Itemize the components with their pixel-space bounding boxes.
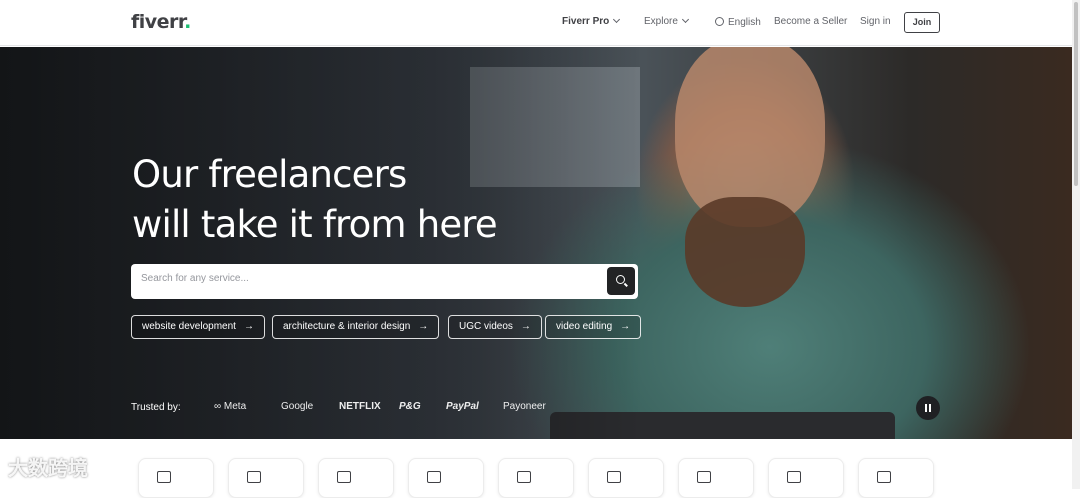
payoneer-logo: Payoneer xyxy=(503,401,546,412)
category-card-marketing[interactable] xyxy=(318,458,394,498)
ai-services-icon xyxy=(607,471,621,483)
logo-dot: . xyxy=(184,11,191,33)
meta-logo: ∞ Meta xyxy=(214,401,247,412)
business-icon xyxy=(787,471,801,483)
chip-label: UGC videos xyxy=(459,321,513,332)
chip-label: website development xyxy=(142,321,236,332)
category-card-ai[interactable] xyxy=(588,458,664,498)
chevron-down-icon xyxy=(681,15,689,24)
arrow-right-icon: → xyxy=(620,321,631,332)
category-card-writing[interactable] xyxy=(408,458,484,498)
pause-video-button[interactable] xyxy=(916,396,940,420)
chip-label: video editing xyxy=(556,321,613,332)
chevron-down-icon xyxy=(613,15,621,24)
digital-marketing-icon xyxy=(337,471,351,483)
category-card-music[interactable] xyxy=(678,458,754,498)
search-input[interactable] xyxy=(141,273,601,284)
hero-headline: Our freelancers will take it from here xyxy=(132,150,498,250)
top-header: fiverr. Fiverr Pro Explore English Becom… xyxy=(0,0,1072,46)
consulting-icon xyxy=(877,471,891,483)
arrow-right-icon: → xyxy=(243,321,254,332)
search-bar xyxy=(131,264,638,299)
netflix-logo: NETFLIX xyxy=(339,401,381,412)
suggestion-chip-architecture[interactable]: architecture & interior design → xyxy=(272,315,440,339)
search-button[interactable] xyxy=(607,267,635,295)
category-card-consulting[interactable] xyxy=(858,458,934,498)
video-animation-icon xyxy=(517,471,531,483)
headline-line-2: will take it from here xyxy=(132,203,498,246)
category-card-programming[interactable] xyxy=(138,458,214,498)
category-card-graphics[interactable] xyxy=(228,458,304,498)
logo-text: fiverr xyxy=(131,11,185,33)
trusted-by-label: Trusted by: xyxy=(131,402,181,413)
paypal-logo: PayPal xyxy=(446,401,479,412)
pause-icon xyxy=(925,404,927,412)
nav-fiverr-pro-label: Fiverr Pro xyxy=(562,16,610,27)
scrollbar-thumb[interactable] xyxy=(1074,2,1078,186)
globe-icon xyxy=(715,17,724,26)
programming-tech-icon xyxy=(157,471,171,483)
search-icon-handle xyxy=(624,282,628,287)
suggestion-chip-ugc-videos[interactable]: UGC videos → xyxy=(448,315,542,339)
nav-explore-label: Explore xyxy=(644,16,678,27)
join-button[interactable]: Join xyxy=(904,12,940,33)
nav-fiverr-pro[interactable]: Fiverr Pro xyxy=(562,15,621,27)
arrow-right-icon: → xyxy=(520,321,531,332)
nav-language-label: English xyxy=(728,17,761,28)
pause-icon xyxy=(929,404,931,412)
nav-sign-in[interactable]: Sign in xyxy=(860,16,891,27)
suggestion-chip-video-editing[interactable]: video editing → xyxy=(545,315,642,339)
arrow-right-icon: → xyxy=(418,321,429,332)
suggestion-chip-website-development[interactable]: website development → xyxy=(131,315,265,339)
chip-label: architecture & interior design xyxy=(283,321,411,332)
category-card-business[interactable] xyxy=(768,458,844,498)
google-logo: Google xyxy=(281,401,314,412)
fiverr-logo[interactable]: fiverr. xyxy=(131,11,191,33)
pg-logo: P&G xyxy=(399,401,421,412)
nav-explore[interactable]: Explore xyxy=(644,15,689,27)
music-audio-icon xyxy=(697,471,711,483)
graphics-design-icon xyxy=(247,471,261,483)
nav-become-seller[interactable]: Become a Seller xyxy=(774,16,847,27)
writing-translation-icon xyxy=(427,471,441,483)
nav-language[interactable]: English xyxy=(715,16,761,28)
category-card-video[interactable] xyxy=(498,458,574,498)
headline-line-1: Our freelancers xyxy=(132,153,407,196)
watermark: 大数跨境 xyxy=(8,458,88,480)
